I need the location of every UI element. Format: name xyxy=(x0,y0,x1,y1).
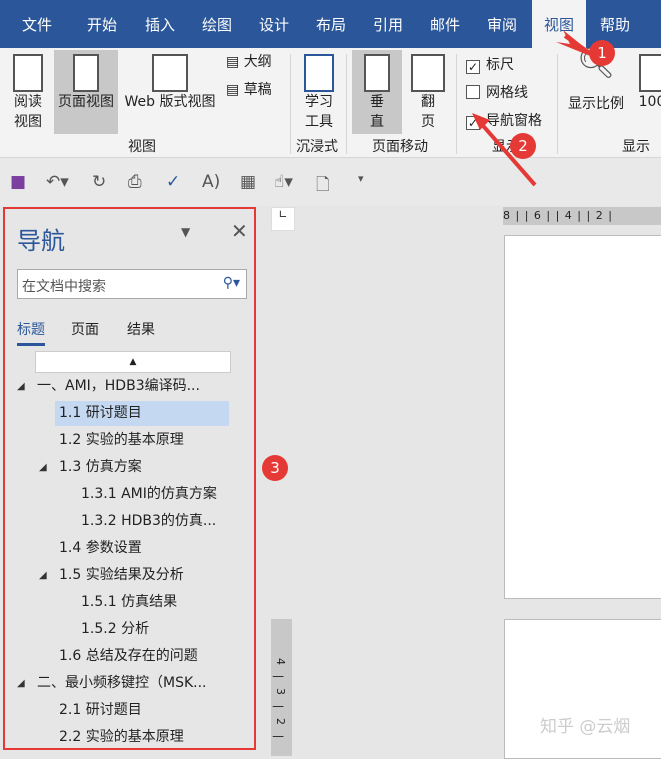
annotation-arrows xyxy=(472,30,602,187)
arrow-icon xyxy=(476,118,537,187)
